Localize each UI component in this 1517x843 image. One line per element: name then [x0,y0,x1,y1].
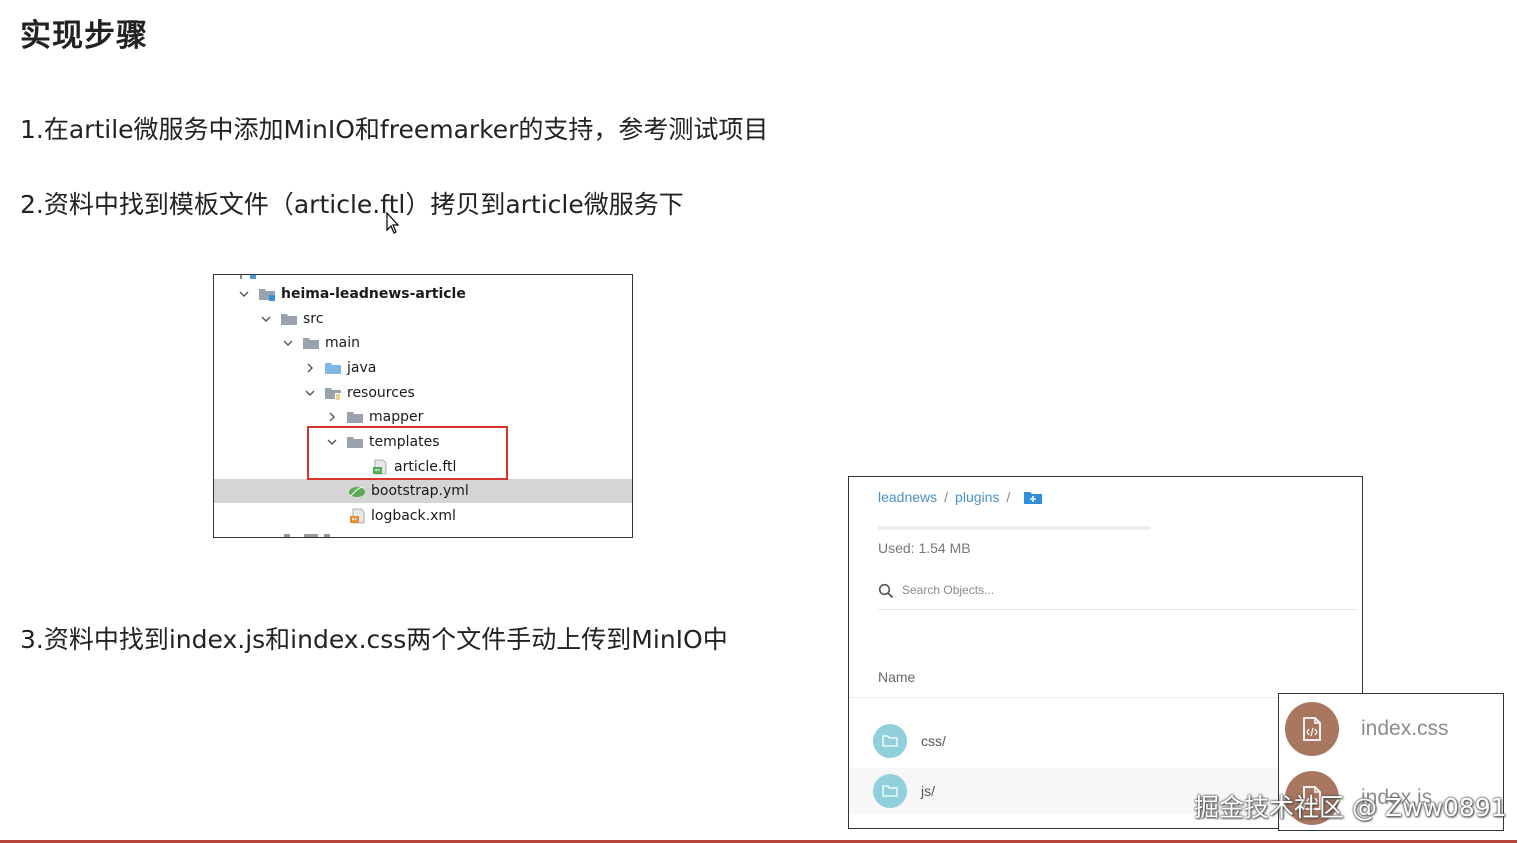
project-tree-panel: heima-leadnews-article src main java res… [213,274,633,538]
chevron-down-icon[interactable] [260,313,272,325]
upload-files-popup: index.css index.js [1278,693,1504,831]
chevron-down-icon[interactable] [304,387,316,399]
source-folder-icon [325,363,341,374]
upload-item-index-css[interactable]: index.css [1285,702,1449,756]
search-icon [878,583,894,599]
search-bar [878,581,1358,610]
tree-item-label: main [325,335,360,351]
tree-item-heima-leadnews-article[interactable]: heima-leadnews-article [214,282,632,306]
resources-folder-icon [325,388,341,400]
xml-file-icon [350,508,365,524]
slide-page: 实现步骤 1.在artile微服务中添加MinIO和freemarker的支持，… [0,0,1517,843]
chevron-right-icon[interactable] [304,362,316,374]
breadcrumb-leadnews[interactable]: leadnews [878,489,937,505]
tree-scroll-edge [284,534,330,537]
folder-icon [303,338,319,349]
tree-item-label: resources [347,385,415,401]
file-upload-icon [1285,702,1339,756]
breadcrumb: leadnews / plugins / [878,489,1043,505]
add-folder-icon[interactable] [1023,490,1043,505]
folder-icon [281,314,297,325]
tree-item-label: mapper [369,409,424,425]
step-2-text: 2.资料中找到模板文件（article.ftl）拷贝到article微服务下 [20,190,684,219]
object-name: css/ [921,733,946,749]
breadcrumb-separator: / [944,489,949,505]
search-objects-input[interactable] [902,583,1202,597]
mouse-cursor-icon [386,212,400,234]
folder-icon [873,724,907,758]
chevron-down-icon[interactable] [282,337,294,349]
tree-item-logback-xml[interactable]: logback.xml [214,504,632,528]
column-header-name[interactable]: Name [878,669,915,685]
chevron-right-icon[interactable] [326,411,338,423]
step-1-text: 1.在artile微服务中添加MinIO和freemarker的支持，参考测试项… [20,115,769,144]
upload-item-label: index.js [1361,786,1433,809]
tree-item-label: logback.xml [371,508,456,524]
object-name: js/ [921,783,935,799]
file-upload-icon [1285,771,1339,825]
storage-usage-text: Used: 1.54 MB [878,540,971,556]
breadcrumb-separator: / [1006,489,1011,505]
templates-highlight-box [307,426,508,480]
tree-item-bootstrap-yml[interactable]: bootstrap.yml [214,479,632,503]
chevron-down-icon[interactable] [238,288,250,300]
upload-item-index-js[interactable]: index.js [1285,771,1432,825]
storage-usage-bar [878,526,1151,530]
upload-item-label: index.css [1361,717,1449,740]
breadcrumb-plugins[interactable]: plugins [955,489,999,505]
yml-file-icon [349,486,365,497]
folder-icon [347,412,363,423]
tree-item-java[interactable]: java [214,356,632,380]
step-3-text: 3.资料中找到index.js和index.css两个文件手动上传到MinIO中 [20,625,728,654]
tree-item-label: src [303,311,324,327]
tree-item-label: java [347,360,377,376]
slide-title: 实现步骤 [20,18,148,54]
tree-scroll-edge [240,275,256,279]
folder-icon [873,774,907,808]
tree-item-src[interactable]: src [214,307,632,331]
tree-item-label: bootstrap.yml [371,483,469,499]
tree-item-resources[interactable]: resources [214,381,632,405]
tree-item-main[interactable]: main [214,331,632,355]
tree-item-label: heima-leadnews-article [281,286,466,302]
module-folder-icon [259,289,275,301]
